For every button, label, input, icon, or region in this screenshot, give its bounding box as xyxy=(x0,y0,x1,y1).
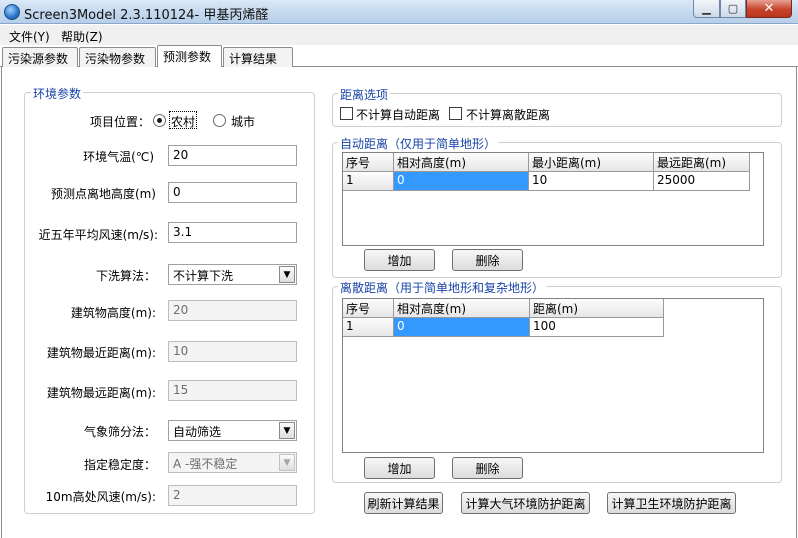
building-far-distance-label: 建筑物最远距离(m): xyxy=(46,386,156,400)
column-header[interactable]: 序号 xyxy=(343,299,394,318)
urban-radio[interactable] xyxy=(213,114,226,127)
minimize-button[interactable]: ▁ xyxy=(693,0,720,18)
min-distance-cell[interactable]: 10 xyxy=(529,172,654,191)
chevron-down-icon[interactable]: ▼ xyxy=(279,266,295,283)
auto-delete-button[interactable]: 删除 xyxy=(452,249,523,271)
no-auto-distance-checkbox[interactable] xyxy=(340,107,353,120)
location-label: 项目位置： xyxy=(89,115,150,129)
temperature-label: 环境气温(℃) xyxy=(83,150,154,164)
no-discrete-distance-checkbox[interactable] xyxy=(449,107,462,120)
stability-label: 指定稳定度： xyxy=(83,458,156,472)
met-screening-value: 自动筛选 xyxy=(173,425,222,439)
table-header-row: 序号 相对高度(m) 最小距离(m) 最远距离(m) xyxy=(343,153,750,172)
no-discrete-distance-label[interactable]: 不计算离散距离 xyxy=(466,106,550,123)
tab-prediction-params[interactable]: 预测参数 xyxy=(157,45,222,68)
window-title: Screen3Model 2.3.110124- 甲基丙烯醛 xyxy=(24,8,269,23)
relative-height-cell[interactable]: 0 xyxy=(394,318,530,337)
menu-file[interactable]: 文件(Y) xyxy=(9,28,50,45)
column-header[interactable]: 最远距离(m) xyxy=(654,153,750,172)
discrete-delete-button[interactable]: 删除 xyxy=(452,457,523,479)
auto-distance-title: 自动距离（仅用于简单地形） xyxy=(338,135,499,152)
building-near-distance-label: 建筑物最近距离(m): xyxy=(46,346,156,360)
wind-speed-10m-input[interactable]: 2 xyxy=(168,485,297,506)
stability-select[interactable]: A -强不稳定 ▼ xyxy=(168,452,297,473)
auto-add-button[interactable]: 增加 xyxy=(364,249,435,271)
downwash-value: 不计算下洗 xyxy=(173,269,234,283)
met-screening-select[interactable]: 自动筛选 ▼ xyxy=(168,420,297,441)
temperature-input[interactable]: 20 xyxy=(168,145,297,166)
stability-value: A -强不稳定 xyxy=(173,457,238,471)
close-button[interactable]: ✕ xyxy=(746,0,792,18)
discrete-distance-title: 离散距离（用于简单地形和复杂地形） xyxy=(338,279,547,296)
column-header[interactable]: 相对高度(m) xyxy=(394,153,529,172)
downwash-label: 下洗算法： xyxy=(95,269,156,283)
rural-label[interactable]: 农村 xyxy=(169,111,198,129)
row-number-cell[interactable]: 1 xyxy=(343,318,394,337)
wind-speed-5yr-label: 近五年平均风速(m/s): xyxy=(38,228,158,242)
building-height-input[interactable]: 20 xyxy=(168,300,297,321)
met-screening-label: 气象筛分法： xyxy=(83,425,156,439)
distance-cell[interactable]: 100 xyxy=(530,318,664,337)
building-near-distance-input[interactable]: 10 xyxy=(168,341,297,362)
table-row[interactable]: 1 0 100 xyxy=(343,318,664,337)
urban-label[interactable]: 城市 xyxy=(231,113,255,130)
column-header[interactable]: 序号 xyxy=(343,153,394,172)
distance-options-title: 距离选项 xyxy=(338,86,391,103)
chevron-down-icon[interactable]: ▼ xyxy=(279,454,295,471)
environment-group-title: 环境参数 xyxy=(31,85,84,102)
table-header-row: 序号 相对高度(m) 距离(m) xyxy=(343,299,664,318)
relative-height-cell[interactable]: 0 xyxy=(394,172,529,191)
building-far-distance-input[interactable]: 15 xyxy=(168,380,297,401)
tab-pollutant-params[interactable]: 污染物参数 xyxy=(79,47,156,67)
menu-bar xyxy=(0,25,798,45)
chevron-down-icon[interactable]: ▼ xyxy=(279,422,295,439)
column-header[interactable]: 距离(m) xyxy=(530,299,664,318)
wind-speed-5yr-input[interactable]: 3.1 xyxy=(168,222,297,243)
calc-hygiene-protection-distance-button[interactable]: 计算卫生环境防护距离 xyxy=(607,492,736,514)
app-globe-icon xyxy=(4,4,20,20)
receptor-height-label: 预测点离地高度(m) xyxy=(50,187,156,201)
table-row[interactable]: 1 0 10 25000 xyxy=(343,172,750,191)
wind-speed-10m-label: 10m高处风速(m/s): xyxy=(45,490,156,504)
discrete-add-button[interactable]: 增加 xyxy=(364,457,435,479)
tab-results[interactable]: 计算结果 xyxy=(223,47,293,67)
row-number-cell[interactable]: 1 xyxy=(343,172,394,191)
maximize-button[interactable]: ▢ xyxy=(720,0,746,18)
rural-radio[interactable] xyxy=(153,114,166,127)
receptor-height-input[interactable]: 0 xyxy=(168,182,297,203)
discrete-distance-table[interactable]: 序号 相对高度(m) 距离(m) 1 0 100 xyxy=(342,298,764,453)
column-header[interactable]: 最小距离(m) xyxy=(529,153,654,172)
menu-help[interactable]: 帮助(Z) xyxy=(61,28,103,45)
max-distance-cell[interactable]: 25000 xyxy=(654,172,750,191)
tab-source-params[interactable]: 污染源参数 xyxy=(2,47,78,67)
downwash-select[interactable]: 不计算下洗 ▼ xyxy=(168,264,297,285)
building-height-label: 建筑物高度(m): xyxy=(70,306,156,320)
calc-air-protection-distance-button[interactable]: 计算大气环境防护距离 xyxy=(461,492,590,514)
auto-distance-table[interactable]: 序号 相对高度(m) 最小距离(m) 最远距离(m) 1 0 10 25000 xyxy=(342,152,764,246)
column-header[interactable]: 相对高度(m) xyxy=(394,299,530,318)
refresh-results-button[interactable]: 刷新计算结果 xyxy=(364,492,443,514)
no-auto-distance-label[interactable]: 不计算自动距离 xyxy=(356,106,440,123)
